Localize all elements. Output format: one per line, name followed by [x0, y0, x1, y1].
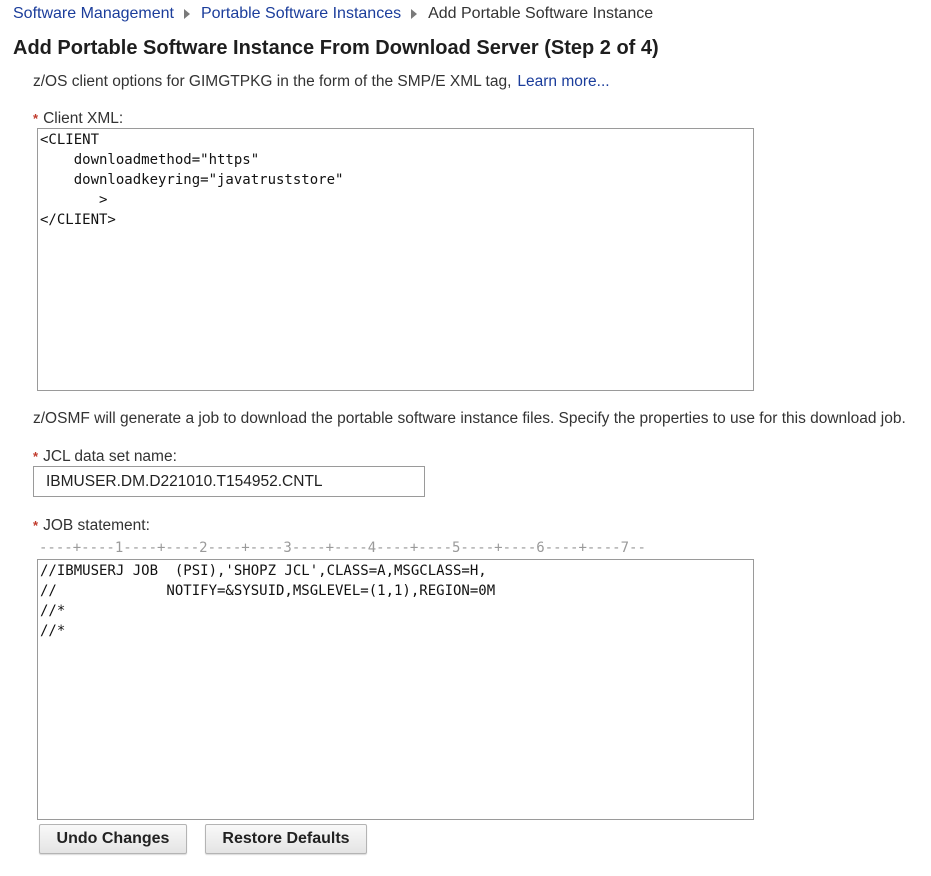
column-ruler: ----+----1----+----2----+----3----+----4…: [39, 540, 646, 556]
page-title: Add Portable Software Instance From Down…: [13, 37, 659, 59]
job-statement-label-text: JOB statement:: [43, 517, 150, 534]
download-job-intro: z/OSMF will generate a job to download t…: [33, 410, 906, 427]
job-statement-label: * JOB statement:: [33, 516, 150, 536]
client-options-intro: z/OS client options for GIMGTPKG in the …: [33, 72, 610, 92]
chevron-right-icon: [411, 9, 418, 19]
chevron-right-icon: [183, 9, 190, 19]
breadcrumb-current: Add Portable Software Instance: [428, 5, 654, 22]
breadcrumb-software-management[interactable]: Software Management: [13, 4, 174, 24]
breadcrumb-portable-software-instances[interactable]: Portable Software Instances: [201, 4, 401, 24]
client-xml-label-text: Client XML:: [43, 110, 124, 127]
undo-changes-button[interactable]: Undo Changes: [39, 824, 187, 854]
jcl-dataset-input[interactable]: [33, 466, 425, 497]
restore-defaults-button[interactable]: Restore Defaults: [205, 824, 367, 854]
client-options-intro-text: z/OS client options for GIMGTPKG in the …: [33, 73, 512, 90]
jcl-dataset-label: * JCL data set name:: [33, 447, 177, 467]
asterisk-icon: *: [33, 518, 39, 533]
breadcrumb: Software Management Portable Software In…: [13, 4, 653, 24]
job-statement-textarea[interactable]: //IBMUSERJ JOB (PSI),'SHOPZ JCL',CLASS=A…: [37, 559, 754, 820]
asterisk-icon: *: [33, 111, 39, 126]
jcl-dataset-label-text: JCL data set name:: [43, 448, 177, 465]
client-xml-textarea[interactable]: <CLIENT downloadmethod="https" downloadk…: [37, 128, 754, 391]
learn-more-link[interactable]: Learn more...: [517, 73, 609, 90]
asterisk-icon: *: [33, 449, 39, 464]
client-xml-label: * Client XML:: [33, 109, 123, 129]
